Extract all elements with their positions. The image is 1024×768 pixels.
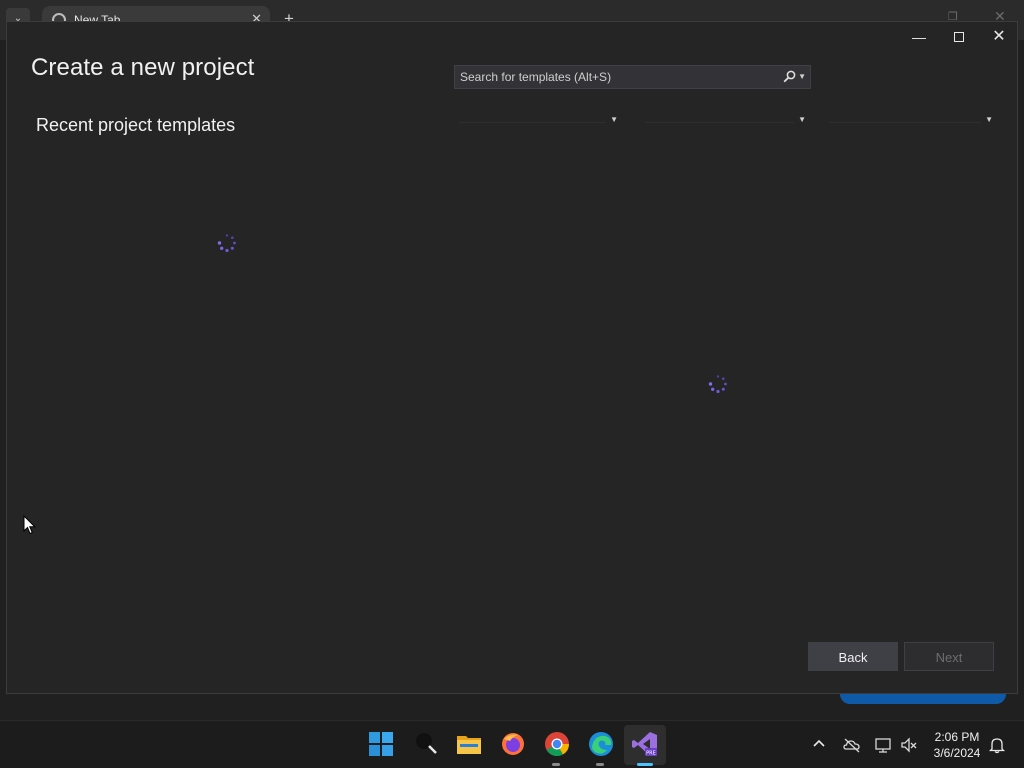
language-filter-dropdown[interactable]: ▼ xyxy=(459,113,618,131)
taskbar: PRE 2:06 PM 3/6/2024 xyxy=(0,720,1024,768)
project-type-filter-dropdown[interactable]: ▼ xyxy=(829,113,993,131)
search-icon[interactable] xyxy=(414,731,440,757)
start-icon[interactable] xyxy=(368,731,394,757)
minimize-icon[interactable]: — xyxy=(904,26,934,48)
page-title: Create a new project xyxy=(31,54,255,81)
edge-running-indicator xyxy=(596,763,604,766)
loading-spinner-icon xyxy=(708,375,727,394)
file-explorer-icon[interactable] xyxy=(456,731,482,757)
chevron-down-icon: ▼ xyxy=(798,115,806,124)
close-icon[interactable]: ✕ xyxy=(984,26,1014,48)
firefox-icon[interactable] xyxy=(500,731,526,757)
network-icon[interactable] xyxy=(874,736,892,754)
clock-time[interactable]: 2:06 PM xyxy=(928,730,986,744)
recent-templates-heading: Recent project templates xyxy=(36,115,236,135)
notification-bell-icon[interactable] xyxy=(988,736,1006,754)
show-hidden-icons-chevron-icon[interactable] xyxy=(812,736,826,750)
clock-date[interactable]: 3/6/2024 xyxy=(928,746,986,760)
vs-active-indicator xyxy=(637,763,653,766)
chevron-down-icon: ▼ xyxy=(610,115,618,124)
volume-muted-icon[interactable] xyxy=(900,736,918,754)
chevron-down-icon: ▼ xyxy=(985,115,993,124)
back-button[interactable]: Back xyxy=(808,642,898,671)
chrome-icon[interactable] xyxy=(544,731,570,757)
template-search-box[interactable]: ▼ xyxy=(454,65,811,89)
create-project-window: — ✕ Create a new project Recent project … xyxy=(6,21,1018,694)
onedrive-offline-icon[interactable] xyxy=(843,736,861,754)
chrome-running-indicator xyxy=(552,763,560,766)
mouse-cursor-icon xyxy=(23,515,37,535)
next-button[interactable]: Next xyxy=(904,642,994,671)
search-input[interactable] xyxy=(460,66,780,88)
visual-studio-preview-icon[interactable]: PRE xyxy=(632,731,658,757)
maximize-icon[interactable] xyxy=(944,26,974,48)
platform-filter-dropdown[interactable]: ▼ xyxy=(645,113,806,131)
vs-preview-badge: PRE xyxy=(646,751,656,757)
search-options-chevron-icon[interactable]: ▼ xyxy=(798,70,806,84)
edge-icon[interactable] xyxy=(588,731,614,757)
loading-spinner-icon xyxy=(217,234,236,253)
search-icon[interactable] xyxy=(783,70,796,83)
